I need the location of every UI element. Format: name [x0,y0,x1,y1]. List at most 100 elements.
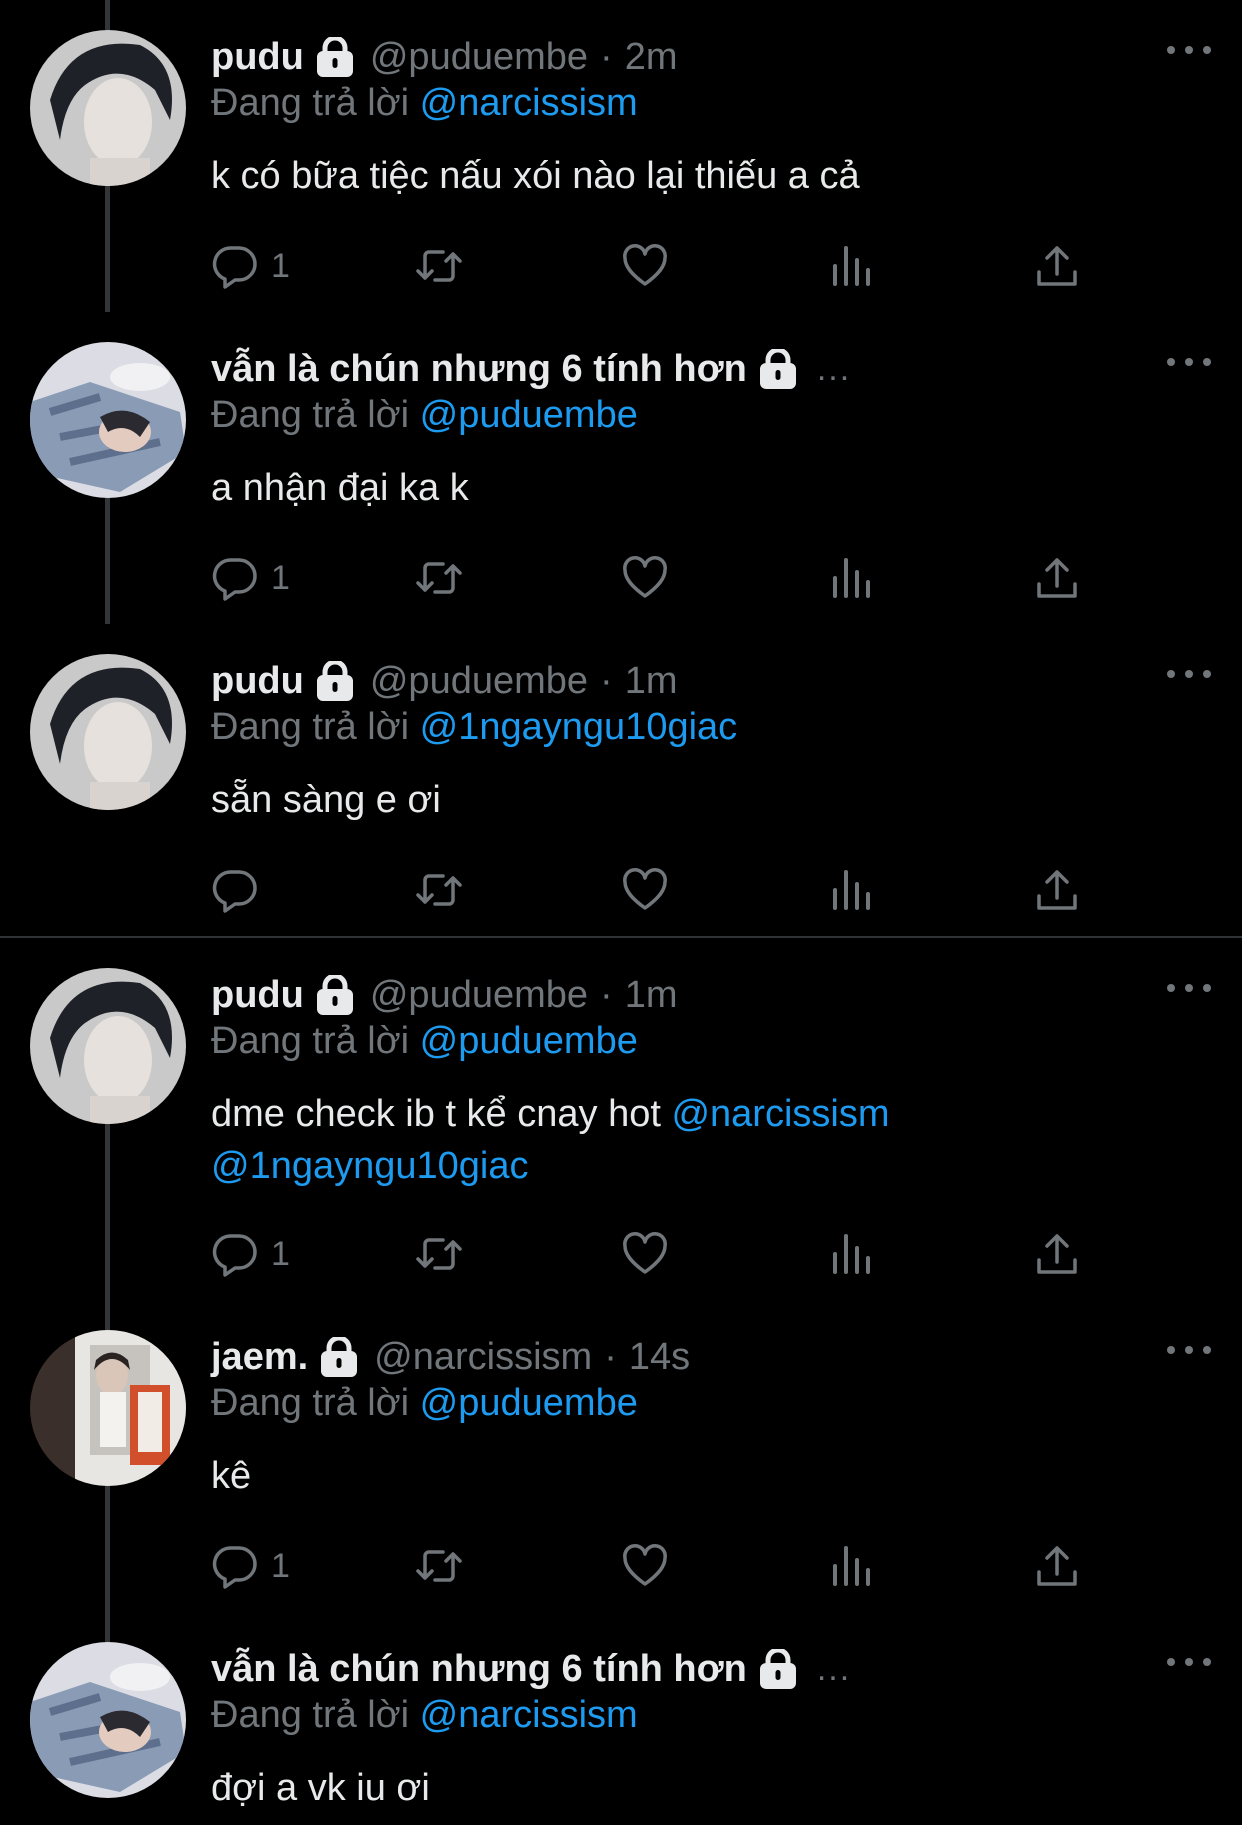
views-icon [833,558,870,598]
timestamp[interactable]: 2m [625,36,678,79]
retweet-button[interactable] [415,1538,463,1594]
avatar[interactable] [30,654,186,810]
separator-dot: · [604,1335,617,1378]
avatar[interactable] [30,30,186,186]
share-button[interactable] [1033,1226,1081,1282]
handle[interactable]: @puduembe [370,660,588,703]
like-button[interactable] [621,1538,669,1594]
tweet[interactable]: pudu @puduembe · 1m Đang trả lời @puduem… [0,938,1242,1300]
reply-count: 1 [271,1546,290,1585]
replying-mention[interactable]: @puduembe [420,394,638,436]
replying-to: Đang trả lời @puduembe [211,394,638,437]
replying-to: Đang trả lời @narcissism [211,82,638,125]
like-button[interactable] [621,238,669,294]
replying-mention[interactable]: @narcissism [420,1694,638,1736]
replying-to: Đang trả lời @puduembe [211,1020,638,1063]
display-name[interactable]: vẫn là chún nhưng 6 tính hơn [211,348,747,391]
more-icon[interactable] [1164,38,1214,62]
mention-link[interactable]: @narcissism [671,1093,889,1135]
share-button[interactable] [1033,238,1081,294]
views-button[interactable] [827,1226,875,1282]
lock-icon [314,37,356,77]
display-name[interactable]: pudu [211,974,304,1017]
display-name[interactable]: jaem. [211,1336,308,1379]
share-button[interactable] [1033,550,1081,606]
separator-dot: · [600,659,613,702]
action-bar: 1 [211,238,1091,294]
tweet-text-content: sẵn sàng e ơi [211,779,441,821]
action-bar [211,862,1091,918]
tweet[interactable]: pudu @puduembe · 2m Đang trả lời @narcis… [0,0,1242,312]
replying-mention[interactable]: @narcissism [420,82,638,124]
reply-count: 1 [271,1234,290,1273]
like-button[interactable] [621,550,669,606]
retweet-button[interactable] [415,238,463,294]
views-button[interactable] [827,550,875,606]
handle[interactable]: @narcissism [374,1336,592,1379]
more-icon[interactable] [1164,976,1214,1000]
tweet-text: đợi a vk iu ơi [211,1762,1201,1814]
avatar[interactable] [30,968,186,1124]
more-icon[interactable] [1164,350,1214,374]
share-icon [1037,246,1077,286]
replying-mention[interactable]: @1ngayngu10giac [420,706,738,748]
avatar[interactable] [30,1330,186,1486]
reply-button[interactable]: 1 [211,238,290,294]
retweet-button[interactable] [415,1226,463,1282]
display-name[interactable]: pudu [211,660,304,703]
handle[interactable]: @puduembe [370,36,588,79]
thread-line [105,0,110,30]
retweet-icon [416,1550,462,1582]
timestamp[interactable]: 1m [625,660,678,703]
lock-icon [757,349,799,389]
tweet-text: k có bữa tiệc nấu xói nào lại thiếu a cả [211,150,1201,202]
tweet[interactable]: pudu @puduembe · 1m Đang trả lời @1ngayn… [0,624,1242,936]
reply-button[interactable]: 1 [211,1226,290,1282]
replying-prefix: Đang trả lời [211,1020,410,1062]
like-icon [623,868,667,910]
tweet-text-content: k có bữa tiệc nấu xói nào lại thiếu a cả [211,155,860,197]
like-button[interactable] [621,862,669,918]
replying-mention[interactable]: @puduembe [420,1020,638,1062]
share-button[interactable] [1033,862,1081,918]
views-button[interactable] [827,238,875,294]
handle[interactable]: @puduembe [370,974,588,1017]
views-icon [833,246,870,286]
display-name[interactable]: pudu [211,36,304,79]
reply-icon [212,558,257,601]
reply-button[interactable] [211,862,271,918]
more-icon[interactable] [1164,1338,1214,1362]
lock-icon [318,1337,360,1377]
more-icon[interactable] [1164,1650,1214,1674]
replying-mention[interactable]: @puduembe [420,1382,638,1424]
tweet[interactable]: vẫn là chún nhưng 6 tính hơn ... Đang tr… [0,1612,1242,1825]
timestamp[interactable]: 14s [629,1336,690,1379]
views-icon [833,1234,870,1274]
avatar[interactable] [30,1642,186,1798]
like-icon [623,556,667,598]
views-button[interactable] [827,862,875,918]
retweet-button[interactable] [415,862,463,918]
avatar[interactable] [30,342,186,498]
retweet-button[interactable] [415,550,463,606]
truncation-ellipsis: ... [816,349,852,388]
reply-icon [212,1546,257,1589]
more-icon[interactable] [1164,662,1214,686]
mention-link[interactable]: @1ngayngu10giac [211,1145,529,1187]
tweet[interactable]: jaem. @narcissism · 14s Đang trả lời @pu… [0,1300,1242,1612]
like-button[interactable] [621,1226,669,1282]
timestamp[interactable]: 1m [625,974,678,1017]
views-button[interactable] [827,1538,875,1594]
thread-line [105,1612,110,1642]
tweet-header: pudu @puduembe · 1m [211,968,677,1022]
reply-button[interactable]: 1 [211,1538,290,1594]
tweet-text: kê [211,1450,1201,1502]
replying-to: Đang trả lời @1ngayngu10giac [211,706,737,749]
tweet[interactable]: vẫn là chún nhưng 6 tính hơn ... Đang tr… [0,312,1242,624]
reply-button[interactable]: 1 [211,550,290,606]
share-button[interactable] [1033,1538,1081,1594]
retweet-icon [416,1238,462,1270]
display-name[interactable]: vẫn là chún nhưng 6 tính hơn [211,1648,747,1691]
replying-prefix: Đang trả lời [211,706,410,748]
action-bar: 1 [211,1226,1091,1282]
